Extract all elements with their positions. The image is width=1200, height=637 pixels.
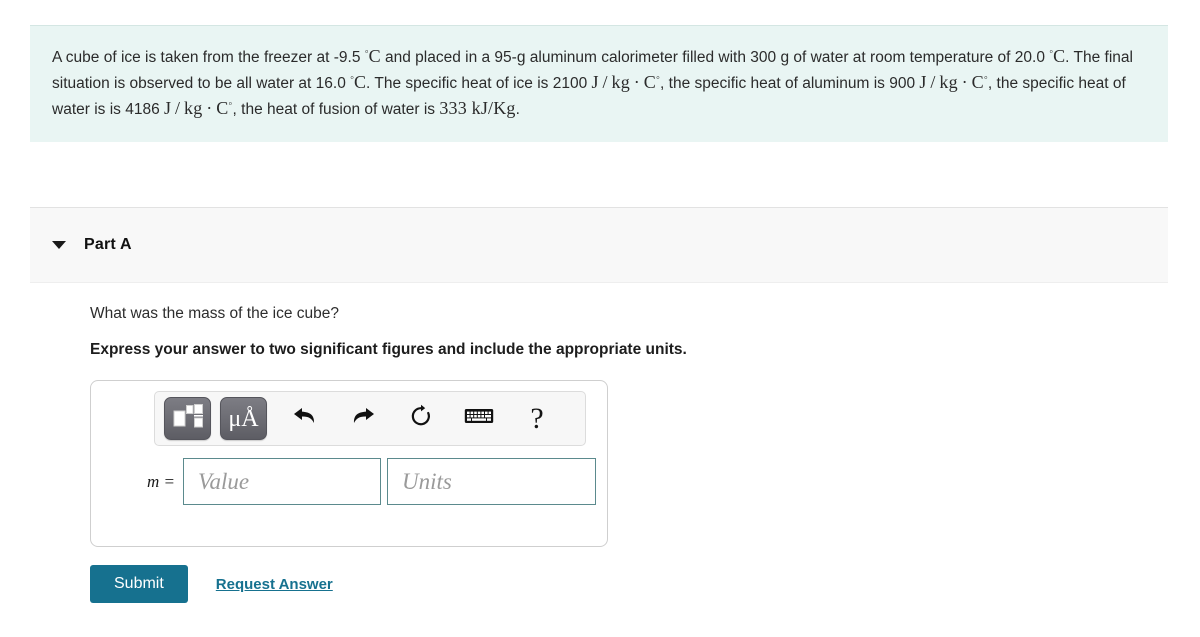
problem-statement-panel: A cube of ice is taken from the freezer … [30,25,1168,142]
undo-arrow-icon [292,405,318,432]
problem-seg-8: , the specific heat of aluminum is 900 [660,75,920,92]
action-row: Submit Request Answer [90,565,333,603]
chevron-down-icon[interactable] [52,241,66,249]
problem-seg-11: J / kg · C◦ [164,98,233,118]
question-mark-icon: ? [530,401,544,435]
part-a-title: Part A [84,236,132,253]
part-a-header[interactable]: Part A [30,207,1168,283]
problem-seg-9: J / kg · C◦ [919,72,988,92]
math-template-icon [173,403,203,434]
problem-seg-3: ◦C [1049,46,1066,66]
problem-seg-5: ◦C [350,72,367,92]
answer-toolbar: μÅ ? [154,391,586,446]
keyboard-icon [464,406,494,431]
submit-button[interactable]: Submit [90,565,188,603]
problem-seg-13: 333 kJ/Kg [439,98,516,118]
reset-button[interactable] [401,397,441,441]
problem-seg-2: and placed in a 95-g aluminum calorimete… [380,49,1050,66]
request-answer-link[interactable]: Request Answer [216,576,333,593]
question-instruction: Express your answer to two significant f… [90,341,687,358]
answer-input-row: m = [109,458,596,505]
units-input[interactable] [387,458,596,505]
math-template-button[interactable] [164,397,211,440]
problem-seg-14: . [515,101,520,118]
micro-angstrom-icon: μÅ [228,405,259,432]
problem-seg-7: J / kg · C◦ [591,72,661,92]
problem-seg-0: A cube of ice is taken from the freezer … [52,49,365,66]
redo-button[interactable] [343,397,383,441]
units-button[interactable]: μÅ [220,397,267,440]
problem-statement-text: A cube of ice is taken from the freezer … [52,44,1146,122]
part-a-body: What was the mass of the ice cube? Expre… [0,283,1200,603]
answer-widget: μÅ ? m = Value Units [90,380,608,547]
value-input[interactable] [183,458,381,505]
problem-seg-1: ◦C [364,46,381,66]
undo-button[interactable] [285,397,325,441]
refresh-circle-icon [409,404,433,433]
help-button[interactable]: ? [517,397,557,441]
problem-page: A cube of ice is taken from the freezer … [0,0,1200,637]
keyboard-button[interactable] [459,397,499,441]
question-prompt: What was the mass of the ice cube? [90,305,339,322]
problem-seg-12: , the heat of fusion of water is [232,101,440,118]
variable-label: m = [147,471,175,491]
problem-seg-6: . The specific heat of ice is 2100 [366,75,592,92]
redo-arrow-icon [350,405,376,432]
